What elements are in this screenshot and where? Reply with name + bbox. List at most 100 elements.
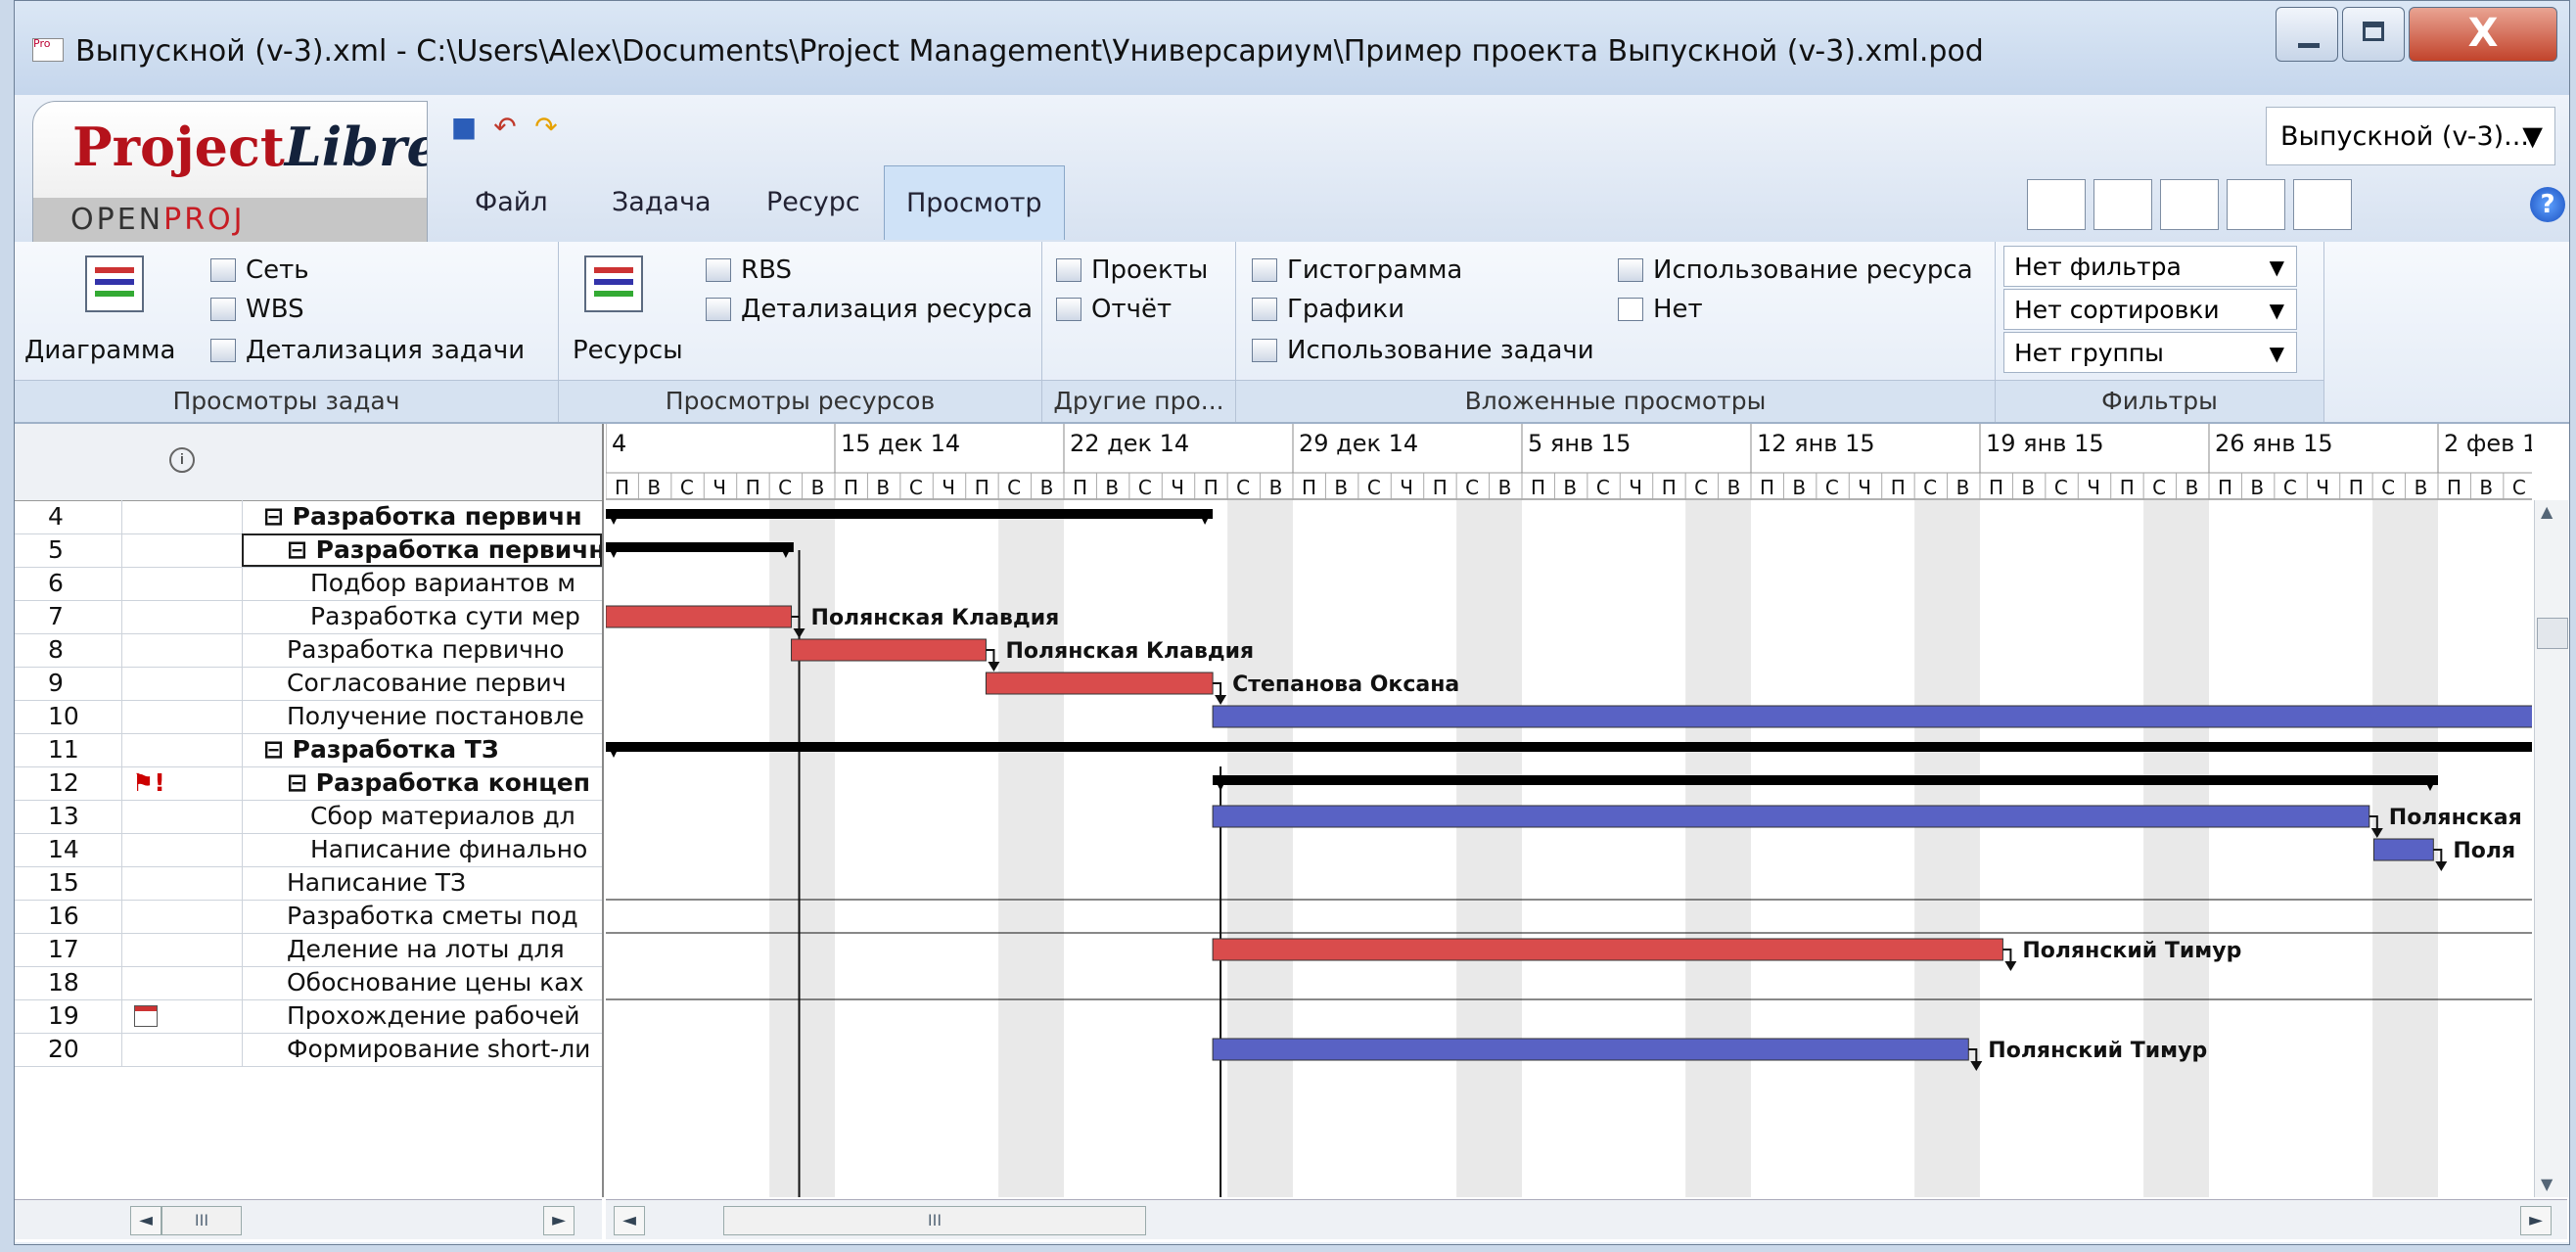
calendar-icon [134,1005,158,1027]
logo-sub-b: PROJ [163,203,246,237]
task-name[interactable]: Написание ТЗ [242,866,602,900]
task-name[interactable]: ⊟ Разработка первичн [242,533,602,567]
task-name[interactable]: Формирование short-ли [242,1033,602,1066]
task-usage-button[interactable]: Использование задачи [1252,336,1594,365]
resource-details-label: Детализация ресурса [741,295,1034,324]
rbs-button[interactable]: RBS [706,255,792,285]
histogram-button[interactable]: Гистограмма [1252,255,1462,285]
maximize-button[interactable] [2342,7,2405,62]
chart-toolbar-icon[interactable] [2093,179,2152,230]
gantt-vertical-scrollbar[interactable]: ▲ ▼ [2534,500,2568,1197]
task-row[interactable]: 4 ⊟ Разработка первичн [15,500,602,534]
task-row[interactable]: 15 Написание ТЗ [15,866,602,901]
close-button[interactable]: X [2409,7,2557,62]
task-name[interactable]: Написание финально [242,833,602,866]
scroll-right-icon[interactable]: ► [2520,1206,2552,1235]
scroll-right-icon[interactable]: ► [543,1206,575,1235]
resource-details-button[interactable]: Детализация ресурса [706,295,1033,324]
task-row[interactable]: 14 Написание финально [15,833,602,867]
task-name[interactable]: Сбор материалов дл [242,800,602,833]
vertical-scroll-thumb[interactable] [2537,618,2568,649]
task-row[interactable]: 18 Обоснование цены ках [15,966,602,1000]
weekend-shade [1685,500,1751,1197]
task-usage-toolbar-icon[interactable] [2160,179,2219,230]
group-task-views-label: Просмотры задач [15,380,558,422]
none-toolbar-icon[interactable] [2293,179,2352,230]
indicator-cell [122,533,243,567]
day-letter: Ч [713,476,726,499]
window-title: Выпускной (v-3).xml - C:\Users\Alex\Docu… [75,34,1984,69]
resource-usage-button[interactable]: Использование ресурса [1618,255,1973,285]
warning-icon: ⚑! [132,768,165,797]
resources-button[interactable]: Ресурсы [573,336,683,365]
projects-button[interactable]: Проекты [1056,255,1208,285]
gantt-chart[interactable]: 4П В С Ч П С В15 дек 14П В С Ч П С В22 дек 14П В С Ч П С В… [606,424,2532,1197]
task-name[interactable]: Разработка сметы под [242,900,602,933]
filter-dropdown[interactable]: Нет фильтра ▼ [2003,246,2297,287]
task-id: 8 [15,633,122,667]
task-name[interactable]: Разработка сути мер [242,600,602,633]
tab-view[interactable]: Просмотр [884,165,1065,240]
network-button[interactable]: Сеть [210,255,309,285]
task-name[interactable]: Обоснование цены ках [242,966,602,999]
task-row[interactable]: 8 Разработка первично [15,633,602,668]
report-button[interactable]: Отчёт [1056,295,1172,324]
undo-icon[interactable]: ↶ [488,111,522,144]
gantt-horizontal-scrollbar[interactable]: ◄ III ► [606,1199,2567,1239]
week-label: 26 янв 15 [2215,430,2333,457]
indicator-cell: ⚑! [122,766,243,800]
group-dropdown[interactable]: Нет группы ▼ [2003,332,2297,373]
task-details-icon [210,339,236,362]
scroll-left-icon[interactable]: ◄ [614,1206,645,1235]
redo-icon[interactable]: ↷ [529,111,563,144]
task-id: 10 [15,700,122,733]
tab-task[interactable]: Задача [590,165,733,240]
resource-usage-toolbar-icon[interactable] [2227,179,2285,230]
task-row[interactable]: 5 ⊟ Разработка первичн [15,533,602,568]
none-button[interactable]: Нет [1618,295,1703,324]
scroll-thumb[interactable]: III [161,1206,242,1235]
task-name[interactable]: ⊟ Разработка первичн [242,500,602,533]
scroll-down-icon[interactable]: ▼ [2541,1175,2553,1193]
task-row[interactable]: 10 Получение постановле [15,700,602,734]
grid-horizontal-scrollbar[interactable]: ◄ III ► [15,1199,602,1239]
project-selector[interactable]: Выпускной (v-3).... ▼ [2266,107,2555,165]
task-row[interactable]: 7 Разработка сути мер [15,600,602,634]
task-details-button[interactable]: Детализация задачи [210,336,525,365]
task-row[interactable]: 12 ⚑! ⊟ Разработка концеп [15,766,602,801]
save-icon[interactable]: ■ [447,111,481,144]
task-row[interactable]: 19 Прохождение рабочей [15,999,602,1034]
diagram-button[interactable]: Диаграмма [24,336,175,365]
help-icon[interactable]: ? [2530,187,2565,222]
minimize-button[interactable] [2276,7,2338,62]
resource-label: Полянская [2389,806,2522,830]
task-row[interactable]: 17 Деление на лоты для [15,933,602,967]
task-name[interactable]: ⊟ Разработка концеп [242,766,602,800]
charts-button[interactable]: Графики [1252,295,1404,324]
scroll-thumb[interactable]: III [723,1206,1146,1235]
task-name[interactable]: ⊟ Разработка ТЗ [242,733,602,766]
task-name[interactable]: Деление на лоты для [242,933,602,966]
task-name[interactable]: Получение постановле [242,700,602,733]
task-row[interactable]: 9 Согласование первич [15,667,602,701]
day-letter: В [811,476,825,499]
tab-resource[interactable]: Ресурс [745,165,882,240]
logo-text-b: Libre [284,116,428,178]
day-letter: П [1433,476,1448,499]
day-letter: В [647,476,661,499]
scroll-left-icon[interactable]: ◄ [130,1206,161,1235]
task-row[interactable]: 6 Подбор вариантов м [15,567,602,601]
task-row[interactable]: 20 Формирование short-ли [15,1033,602,1067]
tab-file[interactable]: Файл [453,165,570,240]
task-row[interactable]: 11 ⊟ Разработка ТЗ [15,733,602,767]
task-name[interactable]: Разработка первично [242,633,602,667]
task-name[interactable]: Прохождение рабочей [242,999,602,1033]
task-name[interactable]: Подбор вариантов м [242,567,602,600]
scroll-up-icon[interactable]: ▲ [2541,502,2553,521]
wbs-button[interactable]: WBS [210,295,304,324]
task-row[interactable]: 16 Разработка сметы под [15,900,602,934]
histogram-toolbar-icon[interactable] [2027,179,2086,230]
task-row[interactable]: 13 Сбор материалов дл [15,800,602,834]
task-name[interactable]: Согласование первич [242,667,602,700]
sort-dropdown[interactable]: Нет сортировки ▼ [2003,289,2297,330]
